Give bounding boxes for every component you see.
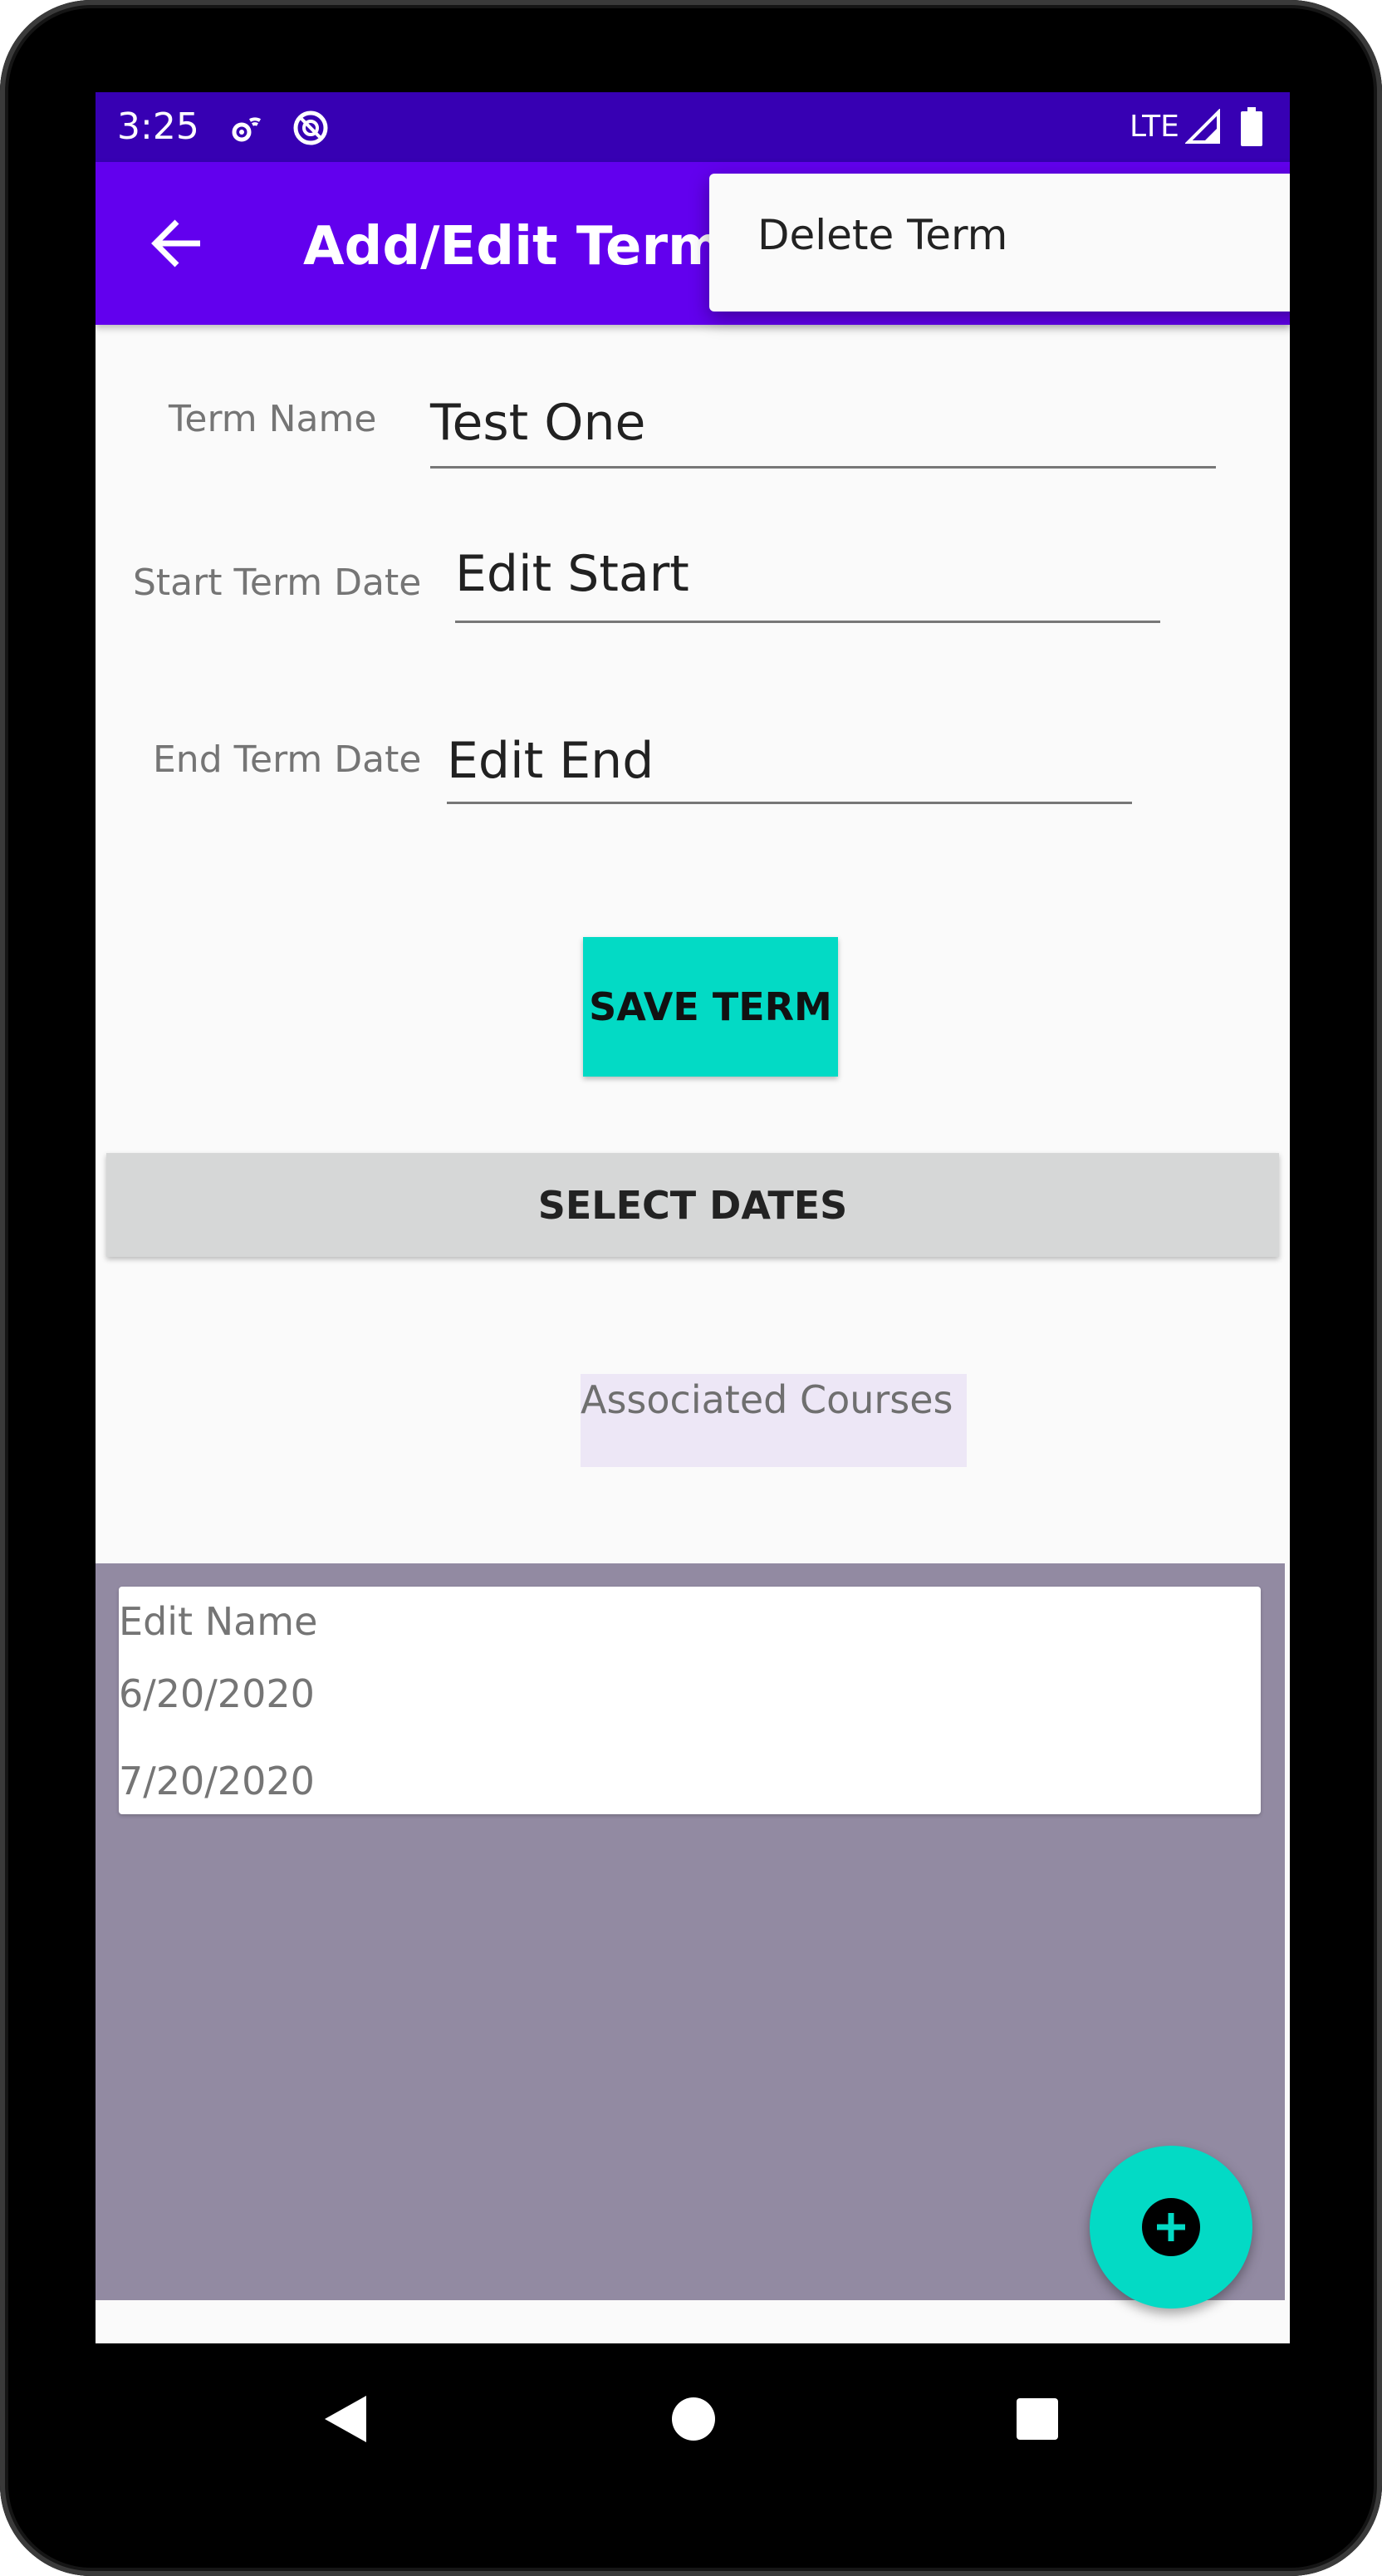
arrow-back-icon — [151, 219, 200, 267]
add-icon — [1142, 2198, 1200, 2256]
end-date-label: End Term Date — [153, 738, 422, 781]
course-start-date: 6/20/2020 — [119, 1671, 315, 1716]
status-bar: 3:25 LTE — [96, 92, 1290, 162]
signal-icon — [1184, 108, 1222, 149]
end-date-field[interactable]: Edit End — [447, 731, 1132, 804]
list-item[interactable]: Edit Name 6/20/2020 7/20/2020 — [119, 1587, 1261, 1814]
back-button[interactable] — [145, 210, 212, 277]
battery-icon — [1240, 107, 1263, 150]
back-triangle-icon — [325, 2396, 366, 2442]
status-time: 3:25 — [117, 105, 199, 148]
start-date-label: Start Term Date — [133, 562, 422, 604]
navigation-bar — [0, 2251, 1382, 2576]
associated-courses-label: Associated Courses — [581, 1374, 967, 1467]
network-type: LTE — [1130, 110, 1179, 144]
nav-back-button[interactable] — [320, 2392, 370, 2449]
save-term-button[interactable]: SAVE TERM — [583, 937, 838, 1077]
course-name: Edit Name — [119, 1599, 318, 1644]
menu-item-delete-term[interactable]: Delete Term — [757, 210, 1007, 260]
screen: 3:25 LTE Add/Edit Term D Delete Term Ter… — [96, 92, 1290, 2343]
term-name-field[interactable]: Test One — [430, 393, 1216, 469]
device-frame: 3:25 LTE Add/Edit Term D Delete Term Ter… — [0, 0, 1382, 2576]
no-disturb-icon — [292, 109, 330, 150]
term-name-label: Term Name — [169, 398, 377, 440]
recents-square-icon — [1017, 2398, 1058, 2440]
nav-recents-button[interactable] — [1014, 2396, 1061, 2446]
course-end-date: 7/20/2020 — [119, 1759, 315, 1803]
settings-wifi-icon — [228, 109, 265, 149]
home-circle-icon — [672, 2397, 715, 2441]
nav-home-button[interactable] — [669, 2394, 718, 2447]
select-dates-button[interactable]: SELECT DATES — [106, 1153, 1279, 1257]
start-date-field[interactable]: Edit Start — [455, 544, 1160, 623]
overflow-menu: Delete Term — [709, 174, 1290, 312]
